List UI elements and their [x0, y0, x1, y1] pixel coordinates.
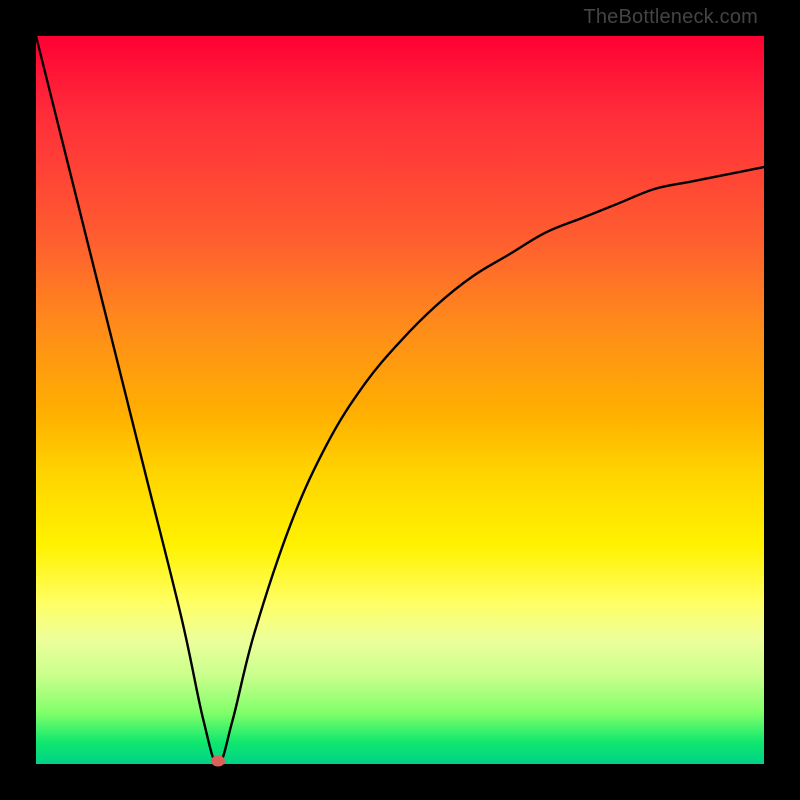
plot-area — [36, 36, 764, 764]
bottleneck-curve — [36, 36, 764, 764]
minimum-marker — [211, 756, 225, 767]
chart-frame: TheBottleneck.com — [0, 0, 800, 800]
attribution-label: TheBottleneck.com — [583, 6, 758, 29]
